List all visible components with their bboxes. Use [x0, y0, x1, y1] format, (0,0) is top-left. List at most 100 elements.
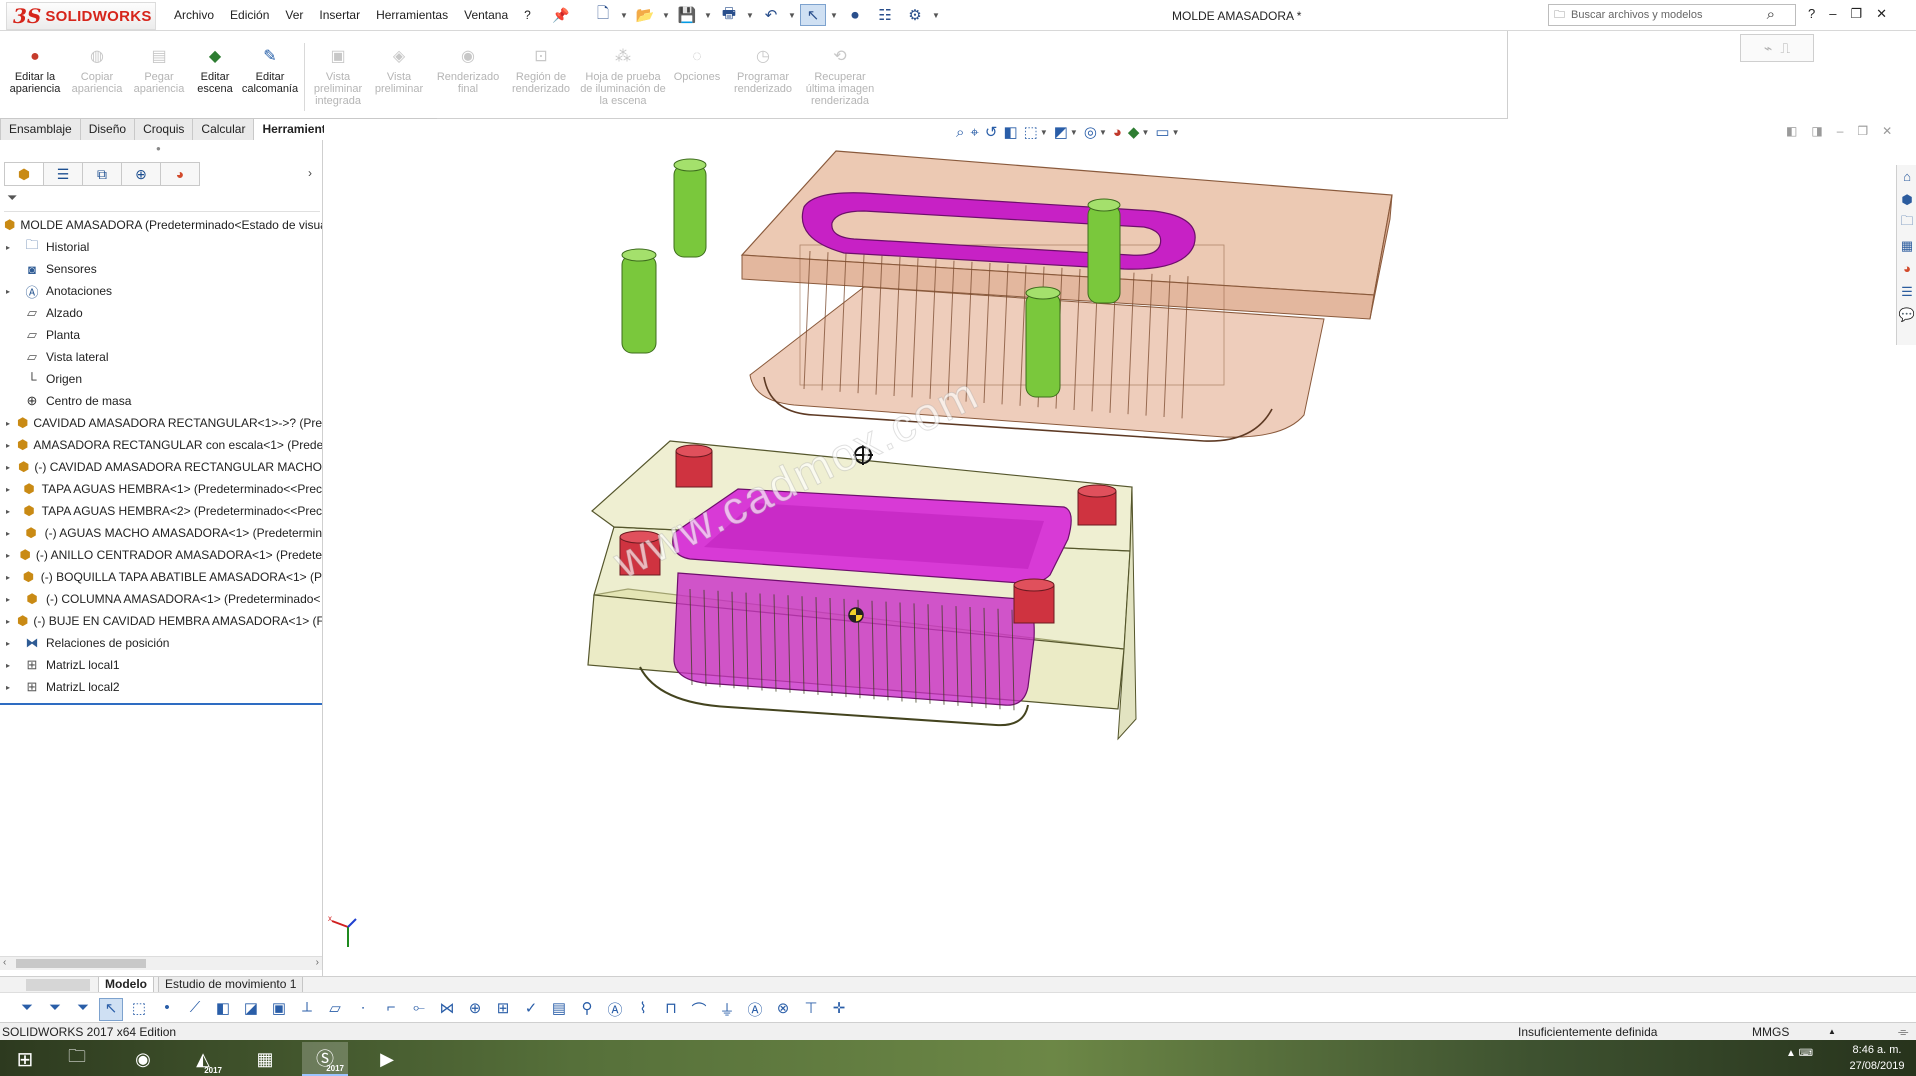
tree-item-planta[interactable]: ▱ Planta: [0, 324, 322, 346]
copy-appearance-button[interactable]: ◍ Copiar apariencia: [64, 47, 130, 95]
filter-all-icon[interactable]: ✛: [828, 999, 850, 1020]
scroll-right-icon[interactable]: ›: [316, 957, 319, 968]
filter-gtol-icon[interactable]: ⏚: [716, 999, 738, 1020]
menu-archivo[interactable]: Archivo: [174, 8, 214, 22]
preview-window-button[interactable]: ◈ Vista preliminar: [366, 47, 432, 95]
expand-icon[interactable]: ▸: [6, 683, 16, 692]
filter-routing-icon[interactable]: ⊗: [772, 999, 794, 1020]
tree-item-component[interactable]: ▸ ⬢ (-) CAVIDAD AMASADORA RECTANGULAR MACH…: [0, 456, 322, 478]
filter-icon[interactable]: ⏷: [72, 999, 94, 1020]
filter-icon[interactable]: ⏷: [4, 190, 320, 212]
chevron-down-icon[interactable]: ▼: [830, 11, 838, 20]
filter-sketch-segments-icon[interactable]: ⟜: [408, 999, 430, 1020]
tree-item-component[interactable]: ▸ ⬢ (-) BOQUILLA TAPA ABATIBLE AMASADORA<1…: [0, 566, 322, 588]
filter-sketch-icon[interactable]: ⌐: [380, 999, 402, 1020]
chevron-down-icon[interactable]: ▼: [620, 11, 628, 20]
filter-surfaces-icon[interactable]: ◪: [240, 999, 262, 1020]
expand-icon[interactable]: ▸: [6, 485, 14, 494]
home-icon[interactable]: ⌂: [1897, 165, 1916, 188]
solidworks-logo[interactable]: 3S SOLIDWORKS: [6, 2, 156, 30]
draftsight-icon[interactable]: ◭ 2017: [180, 1042, 226, 1076]
solidworks-taskbar-icon[interactable]: Ⓢ 2017: [302, 1042, 348, 1076]
file-explorer-icon[interactable]: 🗀: [54, 1042, 100, 1076]
configuration-manager-tab-icon[interactable]: ⧉: [82, 162, 122, 186]
select-pointer-icon[interactable]: ↖: [99, 998, 123, 1021]
menu-edicion[interactable]: Edición: [230, 8, 269, 22]
close-icon[interactable]: ✕: [1876, 6, 1887, 22]
unit-system[interactable]: MMGS: [1752, 1025, 1789, 1039]
search-icon[interactable]: ⌕: [1767, 6, 1775, 23]
media-player-icon[interactable]: ▶: [364, 1042, 410, 1076]
filter-icon[interactable]: ⏷: [44, 999, 66, 1020]
menu-ventana[interactable]: Ventana: [464, 8, 508, 22]
expand-icon[interactable]: ▸: [6, 661, 16, 670]
tree-item-component[interactable]: ▸ ⬢ (-) BUJE EN CAVIDAD HEMBRA AMASADORA<1…: [0, 610, 322, 632]
filter-faces-icon[interactable]: ◧: [212, 999, 234, 1020]
rollback-bar[interactable]: [0, 703, 322, 705]
tab-calcular[interactable]: Calcular: [192, 118, 255, 140]
tab-croquis[interactable]: Croquis: [134, 118, 194, 140]
tab-ensamblaje[interactable]: Ensamblaje: [0, 118, 81, 140]
open-folder-icon[interactable]: 📂: [632, 4, 658, 26]
help-icon[interactable]: ?: [1808, 6, 1815, 22]
chevron-down-icon[interactable]: ▼: [704, 11, 712, 20]
menu-herramientas[interactable]: Herramientas: [376, 8, 448, 22]
filter-datum-icon[interactable]: Ⓐ: [604, 999, 626, 1020]
file-properties-icon[interactable]: ☷: [872, 4, 898, 26]
expand-icon[interactable]: ▸: [6, 463, 11, 472]
tree-item-relaciones-posicion[interactable]: ▸ ⧓ Relaciones de posición: [0, 632, 322, 654]
chevron-down-icon[interactable]: ▼: [746, 11, 754, 20]
render-options-button[interactable]: ◌ Opciones: [664, 47, 730, 83]
appearances-icon[interactable]: ◕: [1897, 257, 1916, 280]
view-palette-icon[interactable]: ▦: [1897, 234, 1916, 257]
display-manager-tab-icon[interactable]: ◕: [160, 162, 200, 186]
recall-render-button[interactable]: ⟲ Recuperar última imagen renderizada: [800, 47, 880, 107]
tree-item-component[interactable]: ▸ ⬢ CAVIDAD AMASADORA RECTANGULAR<1>->? (P…: [0, 412, 322, 434]
expand-icon[interactable]: ▸: [6, 551, 12, 560]
filter-midpoints-icon[interactable]: ⋈: [436, 999, 458, 1020]
filter-notes-icon[interactable]: ▤: [548, 999, 570, 1020]
filter-icon[interactable]: ⏷: [16, 999, 38, 1020]
filter-edges-icon[interactable]: ⟋: [184, 999, 206, 1020]
chevron-up-icon[interactable]: ▲: [1828, 1027, 1836, 1036]
print-icon[interactable]: 🖶: [716, 4, 742, 26]
dimxpert-tab-icon[interactable]: ⊕: [121, 162, 161, 186]
expand-icon[interactable]: ▸: [6, 441, 10, 450]
tree-item-component[interactable]: ▸ ⬢ (-) ANILLO CENTRADOR AMASADORA<1> (Pre…: [0, 544, 322, 566]
final-render-button[interactable]: ◉ Renderizado final: [435, 47, 501, 95]
custom-properties-icon[interactable]: ☰: [1897, 280, 1916, 303]
expand-icon[interactable]: ▸: [6, 529, 16, 538]
sketch-icon[interactable]: ⌁: [1764, 40, 1772, 57]
filter-annotation-icon[interactable]: Ⓐ: [744, 999, 766, 1020]
tree-item-component[interactable]: ▸ ⬢ AMASADORA RECTANGULAR con escala<1> (P…: [0, 434, 322, 456]
tree-item-component[interactable]: ▸ ⬢ TAPA AGUAS HEMBRA<1> (Predeterminado<<…: [0, 478, 322, 500]
file-explorer-icon[interactable]: 🗀: [1897, 211, 1916, 234]
schedule-render-button[interactable]: ◷ Programar renderizado: [730, 47, 796, 95]
render-region-button[interactable]: ⊡ Región de renderizado: [508, 47, 574, 95]
restore-icon[interactable]: ❐: [1850, 6, 1862, 22]
forum-icon[interactable]: 💬: [1897, 303, 1916, 326]
filter-axes-icon[interactable]: ⟂: [296, 999, 318, 1020]
expand-icon[interactable]: ▸: [6, 639, 16, 648]
expand-icon[interactable]: ▸: [6, 573, 14, 582]
tree-item-alzado[interactable]: ▱ Alzado: [0, 302, 322, 324]
system-clock[interactable]: 8:46 a. m. 27/08/2019: [1842, 1042, 1912, 1074]
tree-item-component[interactable]: ▸ ⬢ (-) AGUAS MACHO AMASADORA<1> (Predeter…: [0, 522, 322, 544]
filter-balloons-icon[interactable]: ⚲: [576, 999, 598, 1020]
select-pointer-icon[interactable]: ↖: [800, 4, 826, 26]
chevron-down-icon[interactable]: ▼: [932, 11, 940, 20]
tree-root[interactable]: ⬢ MOLDE AMASADORA (Predeterminado<Estado…: [0, 214, 322, 236]
quick-tips-icon[interactable]: ⌯: [1898, 1024, 1908, 1040]
tree-item-component[interactable]: ▸ ⬢ (-) COLUMNA AMASADORA<1> (Predetermina…: [0, 588, 322, 610]
save-icon[interactable]: 💾: [674, 4, 700, 26]
step-icon[interactable]: ⎍: [1780, 40, 1790, 57]
illumination-proof-button[interactable]: ⁂ Hoja de prueba de iluminación de la esc…: [578, 47, 668, 107]
tree-item-component[interactable]: ▸ ⬢ TAPA AGUAS HEMBRA<2> (Predeterminado<<…: [0, 500, 322, 522]
graphics-area[interactable]: ⌕ ⌖ ↺ ◧ ⬚▼ ◩▼ ◎▼ ◕ ◆▼ ▭▼ ◧ ◨ – ❐ ✕: [324, 119, 1896, 976]
tab-diseno[interactable]: Diseño: [79, 118, 136, 140]
menu-ver[interactable]: Ver: [285, 8, 303, 22]
scroll-left-icon[interactable]: ‹: [3, 957, 6, 968]
windows-start-icon[interactable]: ⊞: [8, 1046, 42, 1072]
search-box[interactable]: 🗀 Buscar archivos y modelos ⌕: [1548, 4, 1796, 26]
filter-center-marks-icon[interactable]: ⊕: [464, 999, 486, 1020]
